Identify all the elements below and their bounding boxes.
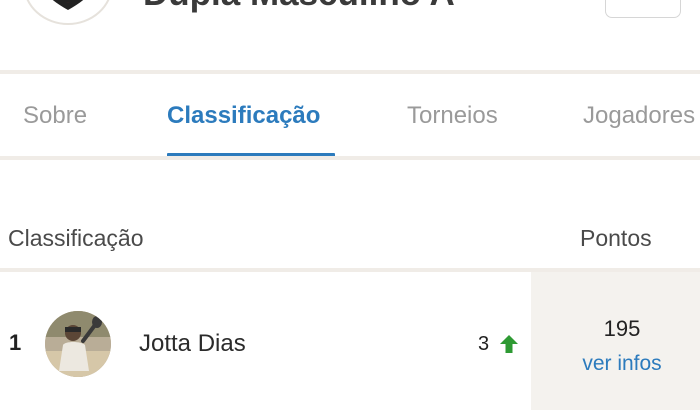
ver-infos-link[interactable]: ver infos (531, 351, 700, 377)
tab-bar: Sobre Classificação Torneios Jogadores (0, 74, 700, 156)
tab-classificacao[interactable]: Classificação (167, 101, 320, 131)
tab-sobre[interactable]: Sobre (23, 101, 87, 131)
arrow-up-icon (500, 335, 518, 353)
page-header: Dupla Masculino A (0, 0, 700, 70)
page-title: Dupla Masculino A (143, 0, 455, 16)
table-row[interactable]: 1 Jotta Dias 3 195 ver infos (0, 272, 700, 410)
points-value: 195 (603, 316, 641, 341)
player-name[interactable]: Jotta Dias (139, 330, 246, 358)
team-shield-logo-icon (26, 0, 110, 25)
ranking-column-header: Classificação (8, 225, 144, 251)
tab-torneios[interactable]: Torneios (407, 101, 498, 131)
rank-number: 1 (9, 330, 22, 355)
points-column-header: Pontos (580, 225, 652, 251)
tab-jogadores[interactable]: Jogadores (583, 101, 695, 131)
player-photo (45, 311, 111, 377)
rank-change-value: 3 (478, 333, 490, 355)
avatar[interactable] (45, 311, 111, 377)
header-action-button[interactable] (605, 0, 681, 18)
points-cell: 195 ver infos (531, 272, 700, 410)
tabs-divider (0, 156, 700, 160)
